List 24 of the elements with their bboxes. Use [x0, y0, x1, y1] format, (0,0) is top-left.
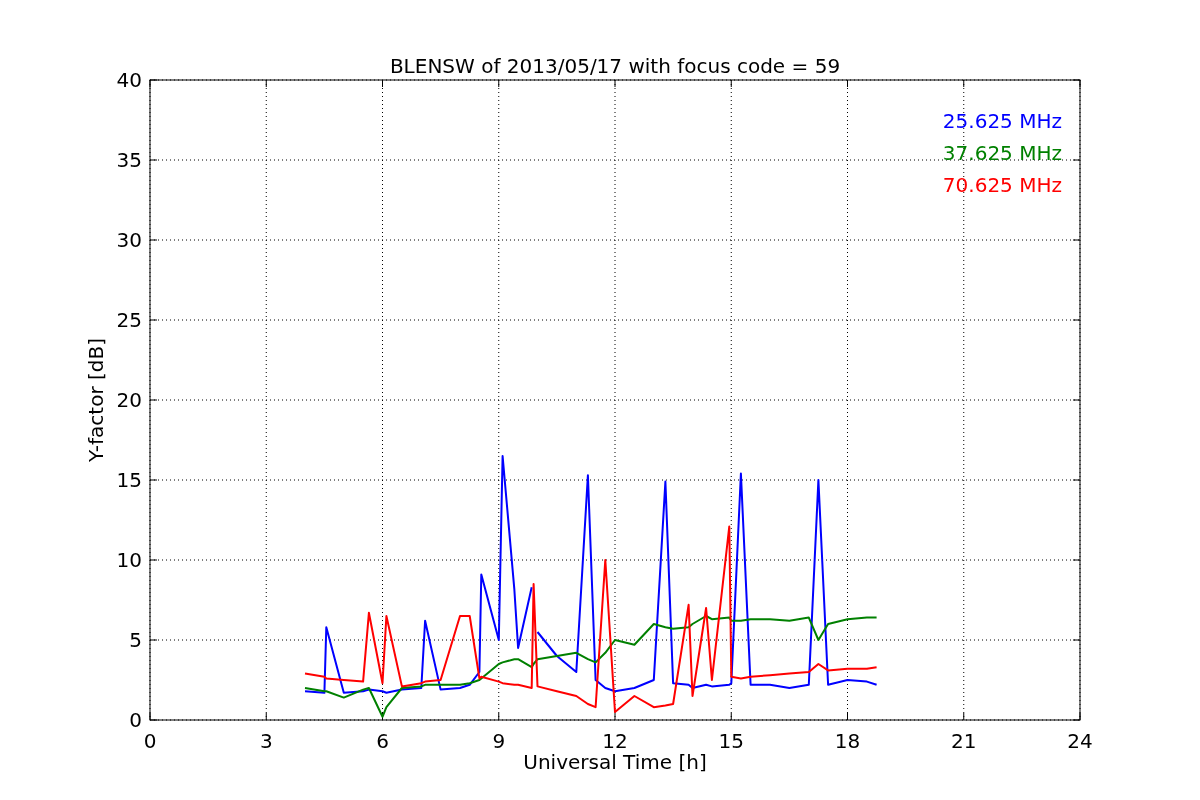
tick-label: 40 [116, 68, 142, 92]
tick-label: 0 [129, 708, 142, 732]
axis-label: Universal Time [h] [523, 750, 707, 774]
tick-label: 25 [116, 308, 142, 332]
legend-label: 37.625 MHz [942, 141, 1062, 165]
tick-label: 21 [951, 729, 977, 753]
tick-label: 12 [602, 729, 628, 753]
legend-label: 25.625 MHz [942, 109, 1062, 133]
tick-label: 18 [834, 729, 861, 753]
tick-label: 24 [1067, 729, 1093, 753]
tick-label: 20 [116, 388, 142, 412]
chart-title: BLENSW of 2013/05/17 with focus code = 59 [389, 54, 841, 78]
tick-label: 15 [116, 468, 142, 492]
legend-label: 70.625 MHz [942, 173, 1062, 197]
tick-label: 6 [376, 729, 389, 753]
tick-label: 9 [492, 729, 506, 753]
tick-label: 3 [259, 729, 273, 753]
tick-label: 5 [129, 628, 142, 652]
tick-label: 30 [116, 228, 142, 252]
tick-label: 35 [116, 148, 142, 172]
tick-label: 15 [718, 729, 744, 753]
tick-label: 0 [143, 729, 157, 753]
axis-label: Y-factor [dB] [84, 338, 108, 462]
tick-label: 10 [116, 548, 142, 572]
